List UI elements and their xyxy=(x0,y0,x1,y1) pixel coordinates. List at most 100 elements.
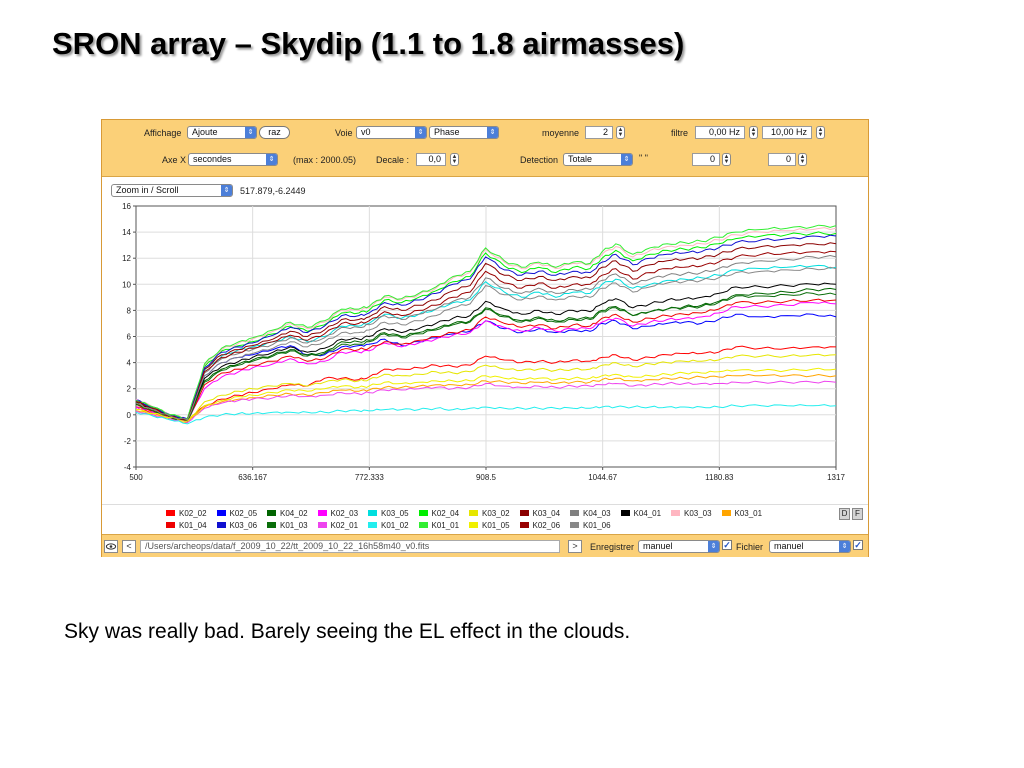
plot-panel: Zoom in / Scroll ⇕ 517.879,-6.2449 500 63… xyxy=(102,177,868,504)
y-tick-label: 6 xyxy=(127,333,132,342)
axex-label: Axe X xyxy=(162,155,187,165)
fichier-select[interactable]: manuel ⇕ xyxy=(769,540,851,553)
legend-swatch xyxy=(519,510,529,516)
mode-value: Phase xyxy=(434,127,460,137)
d-button[interactable]: D xyxy=(839,508,850,520)
legend-item-k03_06[interactable]: K03_06 xyxy=(216,521,258,531)
chevron-updown-icon: ⇕ xyxy=(415,127,426,138)
legend-item-k01_03[interactable]: K01_03 xyxy=(267,521,308,531)
legend-item-k02_02[interactable]: K02_02 xyxy=(166,509,207,519)
field-b-stepper[interactable]: ▲ ▼ xyxy=(798,153,807,166)
chevron-updown-icon: ⇕ xyxy=(487,127,498,138)
affichage-select[interactable]: Ajoute ⇕ xyxy=(187,126,257,139)
x-tick-label: 636.167 xyxy=(238,473,267,482)
legend-label: K02_05 xyxy=(229,509,258,518)
legend-swatch xyxy=(216,522,226,528)
file-path-field[interactable]: /Users/archeops/data/f_2009_10_22/tt_200… xyxy=(140,540,560,553)
chevron-updown-icon: ⇕ xyxy=(221,185,232,196)
legend-label: K02_02 xyxy=(179,509,207,518)
legend-swatch xyxy=(166,522,175,528)
legend-label: K02_06 xyxy=(532,521,561,530)
legend-item-k04_03[interactable]: K04_03 xyxy=(570,509,611,519)
x-tick-label: 1180.83 xyxy=(705,473,734,482)
y-tick-label: 14 xyxy=(122,228,131,237)
x-tick-label: 908.5 xyxy=(476,473,497,482)
legend-item-k01_02[interactable]: K01_02 xyxy=(368,521,409,531)
mode-select[interactable]: Phase ⇕ xyxy=(429,126,499,139)
filtre-low-stepper[interactable]: ▲ ▼ xyxy=(749,126,758,139)
filtre-low-input[interactable]: 0,00 Hz xyxy=(695,126,745,139)
voie-select[interactable]: v0 ⇕ xyxy=(356,126,427,139)
legend-swatch xyxy=(671,510,680,516)
y-tick-label: -2 xyxy=(124,437,132,446)
legend-swatch xyxy=(418,522,428,528)
enregistrer-select[interactable]: manuel ⇕ xyxy=(638,540,720,553)
legend-item-k03_01[interactable]: K03_01 xyxy=(721,509,763,519)
chevron-updown-icon: ⇕ xyxy=(266,154,277,165)
legend-label: K01_03 xyxy=(280,521,308,530)
legend-item-k01_01[interactable]: K01_01 xyxy=(418,521,459,531)
fichier-checkbox[interactable]: ✓ xyxy=(853,540,863,550)
decale-stepper[interactable]: ▲ ▼ xyxy=(450,153,459,166)
eye-icon[interactable] xyxy=(104,540,118,553)
raz-button[interactable]: raz xyxy=(259,126,290,139)
legend-label: K03_04 xyxy=(532,509,561,518)
filtre-high-stepper[interactable]: ▲ ▼ xyxy=(816,126,825,139)
slide-caption: Sky was really bad. Barely seeing the EL… xyxy=(64,620,631,643)
field-a-input[interactable]: 0 xyxy=(692,153,720,166)
legend-swatch xyxy=(166,510,175,516)
legend-swatch xyxy=(469,522,478,528)
legend-item-k03_03[interactable]: K03_03 xyxy=(671,509,712,519)
back-button[interactable]: < xyxy=(122,540,136,553)
fichier-label: Fichier xyxy=(736,542,764,552)
zoom-mode-value: Zoom in / Scroll xyxy=(116,185,179,195)
filtre-label: filtre xyxy=(671,128,689,138)
enregistrer-value: manuel xyxy=(643,541,673,551)
moyenne-stepper[interactable]: ▲ ▼ xyxy=(616,126,625,139)
x-tick-label: 1044.67 xyxy=(588,473,617,482)
legend-label: K03_06 xyxy=(229,521,258,530)
forward-button[interactable]: > xyxy=(568,540,582,553)
zoom-mode-select[interactable]: Zoom in / Scroll ⇕ xyxy=(111,184,233,197)
legend-item-k02_04[interactable]: K02_04 xyxy=(418,509,459,519)
chevron-updown-icon: ⇕ xyxy=(839,541,850,552)
legend-swatch xyxy=(570,510,579,516)
legend-item-k03_02[interactable]: K03_02 xyxy=(469,509,510,519)
field-a-stepper[interactable]: ▲ ▼ xyxy=(722,153,731,166)
legend-item-k02_01[interactable]: K02_01 xyxy=(317,521,358,531)
legend-item-k01_06[interactable]: K01_06 xyxy=(570,521,611,531)
legend-label: K03_01 xyxy=(734,509,763,518)
legend-item-k01_05[interactable]: K01_05 xyxy=(469,521,510,531)
affichage-label: Affichage xyxy=(144,128,182,138)
legend-item-k02_05[interactable]: K02_05 xyxy=(216,509,258,519)
skydip-line-chart[interactable]: 500 636.167 772.333 908.5 1044.67 1180.83 1317… xyxy=(102,198,868,504)
legend-swatch xyxy=(267,522,276,528)
axex-value: secondes xyxy=(193,154,232,164)
legend-swatch xyxy=(368,522,377,528)
legend-item-k01_04[interactable]: K01_04 xyxy=(166,521,207,531)
legend-item-k03_04[interactable]: K03_04 xyxy=(519,509,561,519)
f-button[interactable]: F xyxy=(852,508,863,520)
chart-legend: K02_02 K02_05 K04_02 K02_03 K03_05 K02_04 K03_… xyxy=(102,504,868,535)
legend-swatch xyxy=(368,510,377,516)
legend-swatch xyxy=(267,510,276,516)
detection-value: Totale xyxy=(568,154,593,164)
axex-select[interactable]: secondes ⇕ xyxy=(188,153,278,166)
legend-item-k02_03[interactable]: K02_03 xyxy=(317,509,359,519)
detection-select[interactable]: Totale ⇕ xyxy=(563,153,633,166)
decale-label: Decale : xyxy=(376,155,410,165)
chevron-updown-icon: ⇕ xyxy=(621,154,632,165)
legend-item-k04_01[interactable]: K04_01 xyxy=(620,509,661,519)
filtre-high-input[interactable]: 10,00 Hz xyxy=(762,126,812,139)
moyenne-input[interactable]: 2 xyxy=(585,126,613,139)
legend-item-k03_05[interactable]: K03_05 xyxy=(368,509,409,519)
decale-input[interactable]: 0,0 xyxy=(416,153,446,166)
field-b-input[interactable]: 0 xyxy=(768,153,796,166)
legend-item-k02_06[interactable]: K02_06 xyxy=(519,521,561,531)
legend-label: K02_03 xyxy=(330,509,359,518)
legend-label: K03_05 xyxy=(381,509,409,518)
y-tick-label: -4 xyxy=(124,463,132,472)
enregistrer-checkbox[interactable]: ✓ xyxy=(722,540,732,550)
legend-swatch xyxy=(418,510,428,516)
legend-item-k04_02[interactable]: K04_02 xyxy=(267,509,308,519)
